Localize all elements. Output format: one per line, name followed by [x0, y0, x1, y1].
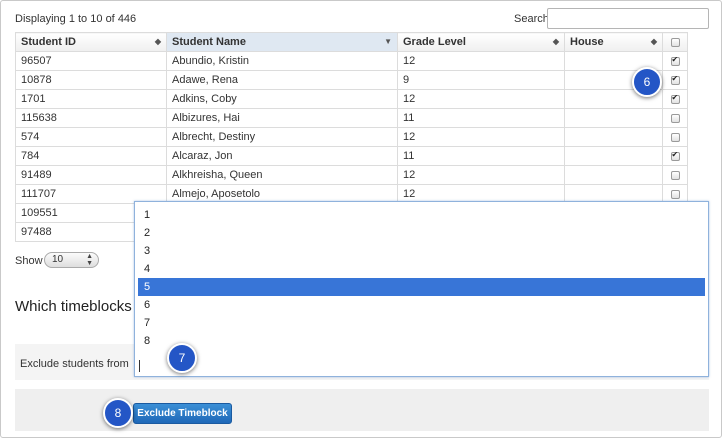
dropdown-option[interactable]: 6 [138, 296, 705, 314]
step-marker-8: 8 [103, 398, 133, 428]
exclude-timeblock-button[interactable]: Exclude Timeblock [133, 403, 232, 424]
timeblock-dropdown[interactable]: 12345678 [134, 201, 709, 377]
dropdown-option[interactable]: 1 [138, 206, 705, 224]
page-size-value: 10 [52, 254, 64, 265]
dropdown-option[interactable]: 3 [138, 242, 705, 260]
app-frame: Displaying 1 to 10 of 446 Search Student… [0, 0, 722, 438]
exclude-label: Exclude students from [20, 358, 129, 370]
cell-student-name: Albizures, Hai [166, 108, 398, 128]
show-label: Show [15, 255, 43, 267]
cell-student-id: 91489 [15, 165, 167, 185]
cell-grade-level: 11 [397, 146, 565, 166]
cell-select [662, 70, 688, 90]
row-checkbox[interactable] [670, 150, 680, 161]
col-header-student-id[interactable]: Student ID ◆ [15, 32, 167, 52]
dropdown-option[interactable]: 4 [138, 260, 705, 278]
cell-student-name: Adkins, Coby [166, 89, 398, 109]
dropdown-option[interactable]: 8 [138, 332, 705, 350]
col-header-select-all [662, 32, 688, 52]
cell-grade-level: 12 [397, 127, 565, 147]
col-header-student-name[interactable]: Student Name ▼ [166, 32, 398, 52]
cell-house [564, 108, 663, 128]
cell-house [564, 165, 663, 185]
cell-grade-level: 12 [397, 165, 565, 185]
col-header-label: Student Name [172, 36, 246, 48]
cell-house [564, 146, 663, 166]
text-caret [139, 360, 140, 372]
cell-select [662, 146, 688, 166]
table-header-row: Student ID ◆ Student Name ▼ Grade Level ◆ H… [15, 32, 688, 52]
pagination-of-word: of [105, 13, 115, 25]
step-marker-7: 7 [167, 343, 197, 373]
cell-select [662, 108, 688, 128]
cell-student-id: 574 [15, 127, 167, 147]
cell-student-name: Adawe, Rena [166, 70, 398, 90]
table-row[interactable]: 1701 Adkins, Coby 12 [15, 89, 688, 109]
row-checkbox[interactable] [670, 132, 680, 142]
cell-student-id: 784 [15, 146, 167, 166]
select-all-checkbox[interactable] [670, 37, 680, 47]
table-row[interactable]: 91489 Alkhreisha, Queen 12 [15, 165, 688, 185]
cell-grade-level: 12 [397, 51, 565, 71]
cell-student-id: 10878 [15, 70, 167, 90]
row-checkbox[interactable] [670, 74, 680, 85]
table-row[interactable]: 96507 Abundio, Kristin 12 [15, 51, 688, 71]
row-checkbox[interactable] [670, 189, 680, 199]
cell-select [662, 89, 688, 109]
pagination-to-word: to [78, 13, 88, 25]
pagination-to: 10 [90, 13, 103, 25]
cell-student-name: Alkhreisha, Queen [166, 165, 398, 185]
pagination-prefix: Displaying [15, 13, 66, 25]
row-checkbox[interactable] [670, 113, 680, 123]
cell-grade-level: 12 [397, 89, 565, 109]
cell-student-name: Albrecht, Destiny [166, 127, 398, 147]
search-label: Search [514, 13, 549, 25]
col-header-label: Student ID [21, 36, 76, 48]
pagination-from: 1 [68, 13, 75, 25]
col-header-label: Grade Level [403, 36, 466, 48]
col-header-label: House [570, 36, 604, 48]
table-row[interactable]: 784 Alcaraz, Jon 11 [15, 146, 688, 166]
dropdown-option[interactable]: 7 [138, 314, 705, 332]
sort-both-icon: ◆ [552, 37, 559, 46]
page-size-select[interactable]: 10 ▲ ▼ [44, 252, 99, 268]
cell-grade-level: 9 [397, 70, 565, 90]
sort-both-icon: ◆ [650, 37, 657, 46]
search-input[interactable] [547, 8, 709, 29]
pagination-total: 446 [117, 13, 137, 25]
dropdown-option[interactable]: 5 [138, 278, 705, 296]
cell-select [662, 165, 688, 185]
cell-student-name: Abundio, Kristin [166, 51, 398, 71]
cell-select [662, 127, 688, 147]
table-row[interactable]: 10878 Adawe, Rena 9 [15, 70, 688, 90]
row-checkbox[interactable] [670, 93, 680, 104]
cell-student-id: 96507 [15, 51, 167, 71]
table-row[interactable]: 574 Albrecht, Destiny 12 [15, 127, 688, 147]
cell-select [662, 51, 688, 71]
cell-student-name: Alcaraz, Jon [166, 146, 398, 166]
section-title: Which timeblocks [15, 298, 132, 315]
cell-house [564, 127, 663, 147]
cell-student-id: 115638 [15, 108, 167, 128]
cell-student-id: 1701 [15, 89, 167, 109]
table-row[interactable]: 115638 Albizures, Hai 11 [15, 108, 688, 128]
row-checkbox[interactable] [670, 55, 680, 66]
row-checkbox[interactable] [670, 170, 680, 180]
select-arrows-icon: ▲ ▼ [86, 253, 93, 267]
sort-desc-icon: ▼ [384, 37, 392, 46]
col-header-grade-level[interactable]: Grade Level ◆ [397, 32, 565, 52]
step-marker-6: 6 [632, 67, 662, 97]
pagination-info: Displaying 1 to 10 of 446 [15, 13, 136, 25]
cell-grade-level: 11 [397, 108, 565, 128]
dropdown-option[interactable]: 2 [138, 224, 705, 242]
col-header-house[interactable]: House ◆ [564, 32, 663, 52]
sort-both-icon: ◆ [154, 37, 161, 46]
